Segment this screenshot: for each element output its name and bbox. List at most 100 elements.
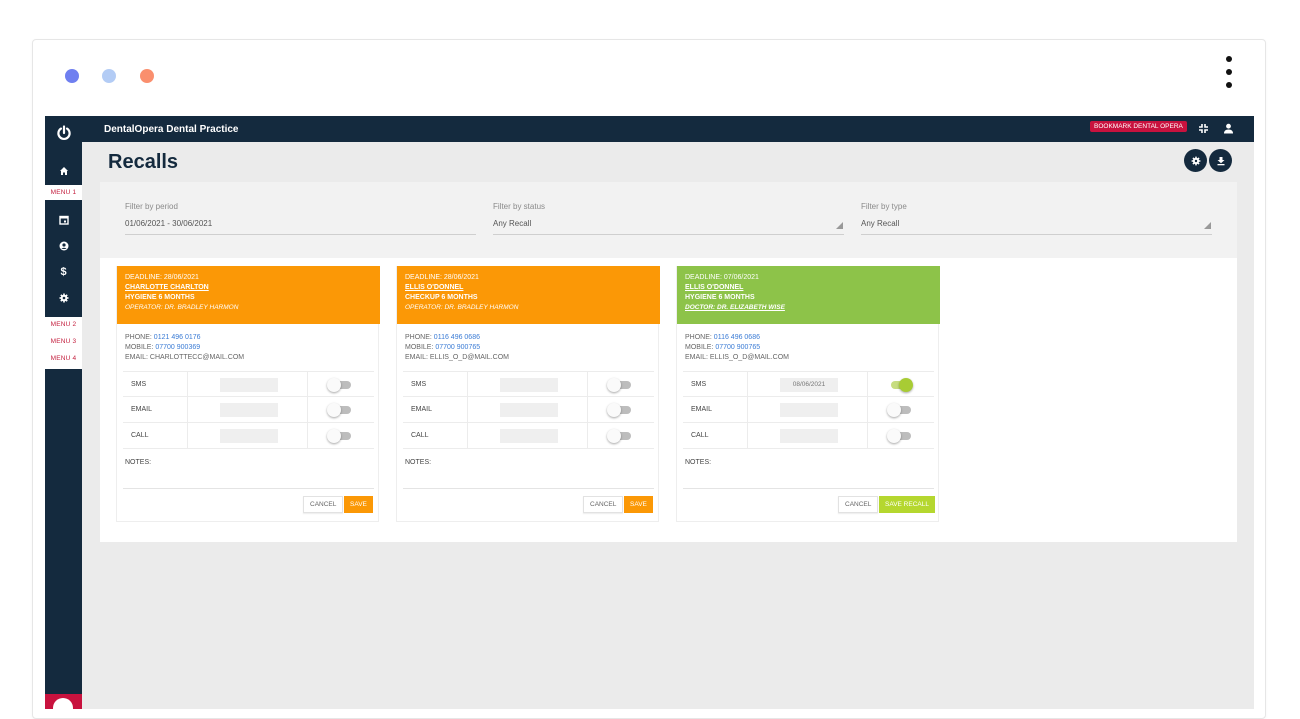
email-text: EMAIL: ELLIS_O_D@MAIL.COM: [405, 354, 509, 361]
sms-label: SMS: [131, 381, 147, 388]
sidebar-menu-4[interactable]: MENU 4: [45, 355, 82, 362]
compress-icon[interactable]: [1196, 121, 1210, 135]
patient-link[interactable]: CHARLOTTE CHARLTON: [125, 283, 372, 293]
recall-card-header: DEADLINE: 28/06/2021 ELLIS O'DONNEL CHEC…: [397, 266, 660, 324]
settings-button[interactable]: [1184, 149, 1207, 172]
sidebar-menu-1[interactable]: MENU 1: [45, 189, 82, 196]
user-icon[interactable]: [1221, 121, 1235, 135]
user-circle-icon[interactable]: [45, 235, 82, 257]
patient-link[interactable]: ELLIS O'DONNEL: [685, 283, 932, 293]
phone-label: PHONE:: [685, 334, 712, 341]
save-button[interactable]: SAVE: [624, 496, 653, 513]
email-label: EMAIL: [131, 406, 153, 413]
phone-link[interactable]: 0116 496 0686: [434, 334, 480, 341]
window-dot-blue: [65, 69, 79, 83]
filter-status[interactable]: Filter by status Any Recall: [493, 202, 844, 235]
filter-period[interactable]: Filter by period 01/06/2021 - 30/06/2021: [125, 202, 476, 235]
filter-type-label: Filter by type: [861, 202, 907, 211]
download-button[interactable]: [1209, 149, 1232, 172]
window-dot-orange: [140, 69, 154, 83]
call-date-field[interactable]: [220, 429, 278, 443]
treatment-text: CHECKUP 6 MONTHS: [405, 294, 478, 301]
phone-label: PHONE:: [405, 334, 432, 341]
call-toggle[interactable]: [607, 429, 633, 443]
power-icon[interactable]: [45, 116, 82, 150]
deadline-text: DEADLINE: 07/06/2021: [685, 274, 759, 281]
mobile-link[interactable]: 07700 900369: [155, 344, 200, 351]
call-date-field[interactable]: [500, 429, 558, 443]
notes-label: NOTES:: [125, 459, 152, 466]
sms-label: SMS: [411, 381, 427, 388]
dropdown-caret-icon: [1204, 222, 1211, 229]
email-text: EMAIL: CHARLOTTECC@MAIL.COM: [125, 354, 245, 361]
notes-field[interactable]: [683, 488, 934, 489]
contact-methods: SMS 08/06/2021 EMAIL CALL: [683, 371, 934, 449]
patient-link[interactable]: ELLIS O'DONNEL: [405, 283, 652, 293]
cancel-button[interactable]: CANCEL: [838, 496, 879, 513]
home-icon[interactable]: [45, 160, 82, 182]
email-date-field[interactable]: [780, 403, 838, 417]
bookmark-badge[interactable]: BOOKMARK DENTAL OPERA: [1090, 121, 1187, 132]
contact-row-sms: SMS 08/06/2021: [683, 371, 934, 397]
contact-row-call: CALL: [683, 423, 934, 449]
call-label: CALL: [691, 432, 709, 439]
call-label: CALL: [131, 432, 149, 439]
treatment-text: HYGIENE 6 MONTHS: [685, 294, 755, 301]
save-button[interactable]: SAVE: [344, 496, 373, 513]
cancel-button[interactable]: CANCEL: [583, 496, 624, 513]
sms-toggle[interactable]: [607, 378, 633, 392]
email-date-field[interactable]: [500, 403, 558, 417]
top-bar: DentalOpera Dental Practice BOOKMARK DEN…: [82, 116, 1254, 142]
notes-label: NOTES:: [405, 459, 432, 466]
filter-status-value: Any Recall: [493, 219, 532, 228]
filter-status-label: Filter by status: [493, 202, 546, 211]
recall-card: DEADLINE: 07/06/2021 ELLIS O'DONNEL HYGI…: [676, 266, 940, 522]
sidebar-menu-3[interactable]: MENU 3: [45, 338, 82, 345]
call-label: CALL: [411, 432, 429, 439]
email-date-field[interactable]: [220, 403, 278, 417]
call-toggle[interactable]: [327, 429, 353, 443]
recall-card: DEADLINE: 28/06/2021 CHARLOTTE CHARLTON …: [116, 266, 380, 522]
notes-field[interactable]: [123, 488, 374, 489]
contact-row-email: EMAIL: [683, 397, 934, 423]
contact-info: PHONE: 0121 496 0176 MOBILE: 07700 90036…: [117, 324, 378, 363]
mobile-link[interactable]: 07700 900765: [715, 344, 760, 351]
gear-icon[interactable]: [45, 287, 82, 309]
sms-date-field[interactable]: [220, 378, 278, 392]
contact-methods: SMS EMAIL CALL: [403, 371, 654, 449]
mobile-link[interactable]: 07700 900765: [435, 344, 480, 351]
email-label: EMAIL: [411, 406, 433, 413]
phone-label: PHONE:: [125, 334, 152, 341]
sms-toggle[interactable]: [887, 378, 913, 392]
sidebar-menu-2[interactable]: MENU 2: [45, 321, 82, 328]
filter-bar: Filter by period 01/06/2021 - 30/06/2021…: [100, 182, 1237, 258]
dollar-icon[interactable]: $: [45, 261, 82, 283]
calendar-icon[interactable]: [45, 209, 82, 231]
phone-link[interactable]: 0121 496 0176: [154, 334, 201, 341]
notes-field[interactable]: [403, 488, 654, 489]
filter-type[interactable]: Filter by type Any Recall: [861, 202, 1212, 235]
call-toggle[interactable]: [887, 429, 913, 443]
sms-toggle[interactable]: [327, 378, 353, 392]
operator-text[interactable]: DOCTOR: DR. ELIZABETH WISE: [685, 303, 932, 313]
sms-date-field[interactable]: [500, 378, 558, 392]
phone-link[interactable]: 0116 496 0686: [714, 334, 760, 341]
sms-date-field[interactable]: 08/06/2021: [780, 378, 838, 392]
cancel-button[interactable]: CANCEL: [303, 496, 344, 513]
help-button[interactable]: [45, 694, 82, 709]
mobile-label: MOBILE:: [685, 344, 714, 351]
kebab-menu-icon[interactable]: [1222, 56, 1236, 100]
email-toggle[interactable]: [327, 403, 353, 417]
notes-label: NOTES:: [685, 459, 712, 466]
email-toggle[interactable]: [607, 403, 633, 417]
call-date-field[interactable]: [780, 429, 838, 443]
contact-info: PHONE: 0116 496 0686 MOBILE: 07700 90076…: [677, 324, 938, 363]
recalls-panel: Filter by period 01/06/2021 - 30/06/2021…: [100, 182, 1237, 542]
filter-period-label: Filter by period: [125, 202, 178, 211]
save-button[interactable]: SAVE RECALL: [879, 496, 935, 513]
page-title: Recalls: [108, 151, 179, 173]
sms-label: SMS: [691, 381, 707, 388]
email-toggle[interactable]: [887, 403, 913, 417]
contact-info: PHONE: 0116 496 0686 MOBILE: 07700 90076…: [397, 324, 658, 363]
app-title: DentalOpera Dental Practice: [104, 124, 239, 135]
